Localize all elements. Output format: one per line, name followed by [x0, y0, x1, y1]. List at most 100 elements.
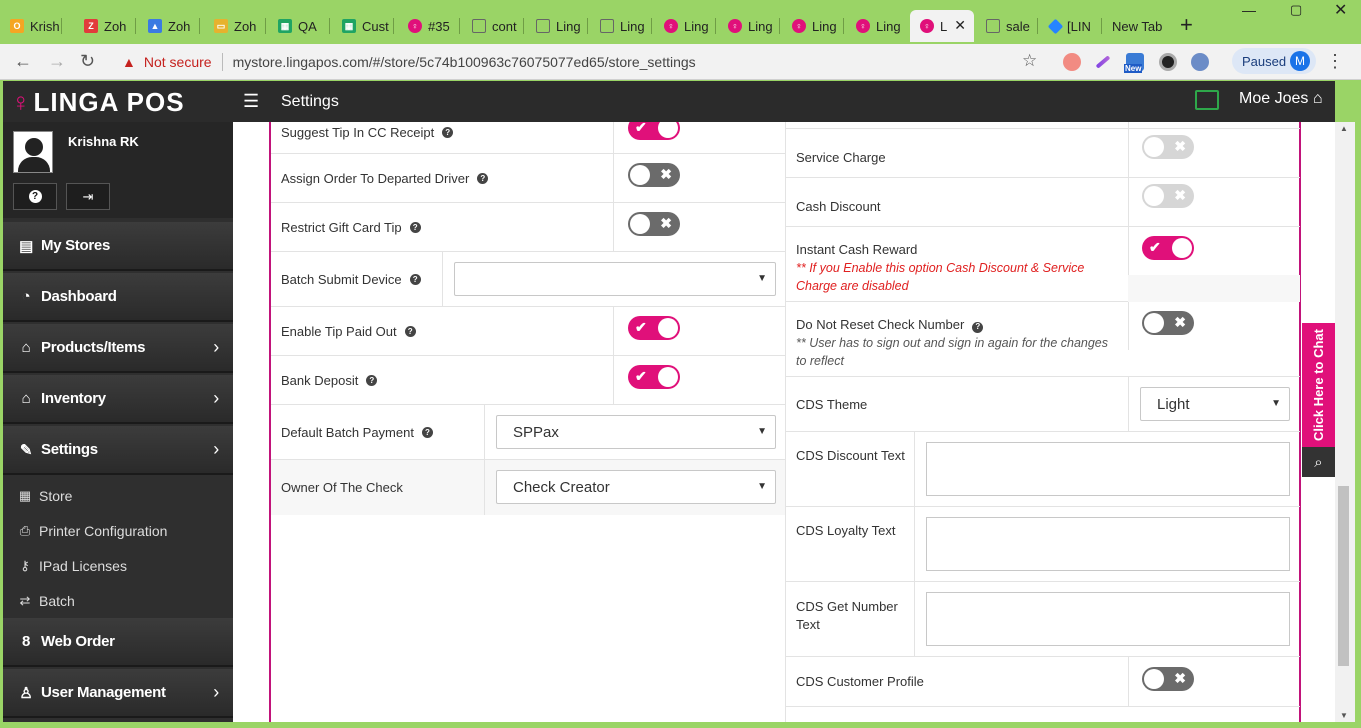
help-icon[interactable]: ? [409, 221, 421, 233]
owner-of-check-select[interactable]: Check Creator ▼ [496, 470, 776, 504]
chat-icon[interactable]: ⌕ [1302, 447, 1335, 477]
browser-tab[interactable]: ♀ Ling [654, 10, 716, 42]
info-extension-icon[interactable] [1191, 53, 1209, 71]
pen-extension-icon[interactable] [1095, 55, 1111, 69]
toggle-cds-customer-profile[interactable]: ✖ [1142, 667, 1194, 691]
setting-row: Instant Cash Reward ** If you Enable thi… [786, 227, 1300, 302]
toggle-instant-cash-reward[interactable]: ✔ [1142, 236, 1194, 260]
close-tab-icon[interactable]: ✕ [954, 17, 966, 34]
help-button[interactable]: ? [13, 183, 57, 210]
kebab-menu-icon[interactable]: ⋮ [1326, 51, 1344, 72]
forward-arrow-icon[interactable]: → [48, 51, 66, 72]
logout-icon: ⇥ [82, 188, 94, 204]
help-icon[interactable]: ? [366, 374, 378, 386]
browser-tab[interactable]: ♀ Ling [846, 10, 908, 42]
cds-loyalty-text-input[interactable] [926, 517, 1290, 571]
browser-tab[interactable]: New Tab [1104, 10, 1170, 42]
url-text[interactable]: mystore.lingapos.com/#/store/5c74b100963… [233, 54, 696, 70]
cds-get-number-text-input[interactable] [926, 592, 1290, 646]
toggle-enable-tip-paid-out[interactable]: ✔ [628, 316, 680, 340]
chevron-right-icon: › [213, 388, 219, 408]
toggle-do-not-reset-check[interactable]: ✖ [1142, 311, 1194, 335]
browser-tab[interactable]: [LIN [1040, 10, 1102, 42]
linga-logo[interactable]: ♀ LINGA POS [11, 87, 185, 118]
help-icon[interactable]: ? [972, 321, 984, 333]
home-icon: ⌂ [1312, 90, 1323, 107]
question-icon: ? [28, 190, 42, 203]
page-scrollbar[interactable]: ▲ ▼ [1335, 122, 1355, 722]
browser-tab[interactable]: ▦ Cust [332, 10, 394, 42]
minimize-icon[interactable]: — [1242, 2, 1256, 18]
browser-tab[interactable]: ▲ Zoh [138, 10, 200, 42]
printer-icon: ⎙ [19, 522, 31, 538]
browser-tab[interactable]: Ling [526, 10, 588, 42]
toggle-bank-deposit[interactable]: ✔ [628, 365, 680, 389]
browser-tab[interactable]: ▭ Zoh [204, 10, 266, 42]
chevron-right-icon: › [213, 439, 219, 459]
hamburger-menu-icon[interactable]: ☰ [243, 91, 259, 112]
new-tab-button[interactable]: + [1180, 12, 1193, 38]
sidebar-item-dashboard[interactable]: ◔ Dashboard [3, 273, 233, 322]
toggle-suggest-tip[interactable]: ✔ [628, 122, 680, 140]
browser-tab[interactable]: ▦ QA [268, 10, 330, 42]
monitor-icon[interactable] [1195, 90, 1219, 110]
maximize-icon[interactable]: ▢ [1290, 2, 1302, 18]
sidebar-item-web-order[interactable]: 8 Web Order [3, 618, 233, 667]
browser-tab[interactable]: ♀ Ling [718, 10, 780, 42]
browser-tab[interactable]: cont [462, 10, 524, 42]
help-icon[interactable]: ? [477, 172, 489, 184]
back-arrow-icon[interactable]: ← [14, 51, 32, 72]
cds-discount-text-input[interactable] [926, 442, 1290, 496]
sidebar-item-my-stores[interactable]: ▤ My Stores [3, 222, 233, 271]
sidebar-subitem-printer-configuration[interactable]: ⎙ Printer Configuration [3, 513, 233, 548]
browser-window: O Krish Z Zoh ▲ Zoh ▭ Zoh ▦ QA ▦ Cust ♀ #35 con… [0, 0, 1361, 728]
reload-icon[interactable]: ↻ [80, 51, 95, 72]
sidebar-subitem-ipad-licenses[interactable]: ⚷ IPad Licenses [3, 548, 233, 583]
toggle-assign-order[interactable]: ✖ [628, 163, 680, 187]
scroll-down-icon[interactable]: ▼ [1340, 711, 1348, 720]
help-icon[interactable]: ? [421, 426, 433, 438]
help-icon[interactable]: ? [442, 127, 454, 138]
sidebar-subitem-batch[interactable]: ⇄ Batch [3, 583, 233, 618]
bookmark-star-icon[interactable]: ☆ [1022, 51, 1037, 71]
browser-tab-active[interactable]: ♀ L ✕ [910, 10, 974, 42]
sidebar-item-user-management[interactable]: ♙ User Management › [3, 669, 233, 718]
toggle-cash-discount[interactable]: ✖ [1142, 184, 1194, 208]
profile-button[interactable]: Paused M [1232, 48, 1316, 74]
jira-icon [1047, 18, 1064, 34]
browser-tab[interactable]: sale [976, 10, 1038, 42]
scroll-up-icon[interactable]: ▲ [1340, 124, 1348, 133]
setting-row: Bank Deposit? ✔ [271, 356, 785, 405]
setting-row: Owner Of The Check Check Creator ▼ [271, 460, 785, 515]
chat-tab[interactable]: Click Here to Chat [1302, 323, 1335, 447]
browser-tab[interactable]: ♀ Ling [782, 10, 844, 42]
default-batch-payment-select[interactable]: SPPax ▼ [496, 415, 776, 449]
zoho-folder-icon: ▭ [214, 19, 228, 33]
sidebar-subitem-store[interactable]: ▦ Store [3, 478, 233, 513]
help-icon[interactable]: ? [409, 273, 421, 285]
avatar: M [1290, 51, 1310, 71]
new-extension-icon[interactable]: New [1124, 53, 1144, 73]
browser-tab[interactable]: ♀ #35 [398, 10, 460, 42]
logout-button[interactable]: ⇥ [66, 183, 110, 210]
camera-extension-icon[interactable] [1159, 53, 1177, 71]
store-name[interactable]: Moe Joes ⌂ [1239, 90, 1323, 108]
help-icon[interactable]: ? [404, 325, 416, 337]
zoho-apps-icon: ▲ [148, 19, 162, 33]
toggle-service-charge[interactable]: ✖ [1142, 135, 1194, 159]
sidebar-item-inventory[interactable]: ⌂ Inventory › [3, 375, 233, 424]
sidebar-item-products-items[interactable]: ⌂ Products/Items › [3, 324, 233, 373]
sidebar-item-settings[interactable]: ✎ Settings › [3, 426, 233, 475]
toggle-restrict-gift-card[interactable]: ✖ [628, 212, 680, 236]
cds-theme-select[interactable]: Light ▼ [1140, 387, 1290, 421]
not-secure-label[interactable]: Not secure [144, 54, 212, 70]
browser-tab[interactable]: Z Zoh [74, 10, 136, 42]
extension-icon[interactable] [1063, 53, 1081, 71]
page-title: Settings [281, 93, 339, 110]
batch-submit-device-select[interactable]: ▼ [454, 262, 776, 296]
scrollbar-thumb[interactable] [1338, 486, 1349, 666]
close-window-icon[interactable]: ✕ [1334, 0, 1347, 20]
browser-tab[interactable]: O Krish [0, 10, 62, 42]
browser-tab[interactable]: Ling [590, 10, 652, 42]
url-field[interactable]: ▲ Not secure mystore.lingapos.com/#/stor… [112, 48, 1052, 76]
